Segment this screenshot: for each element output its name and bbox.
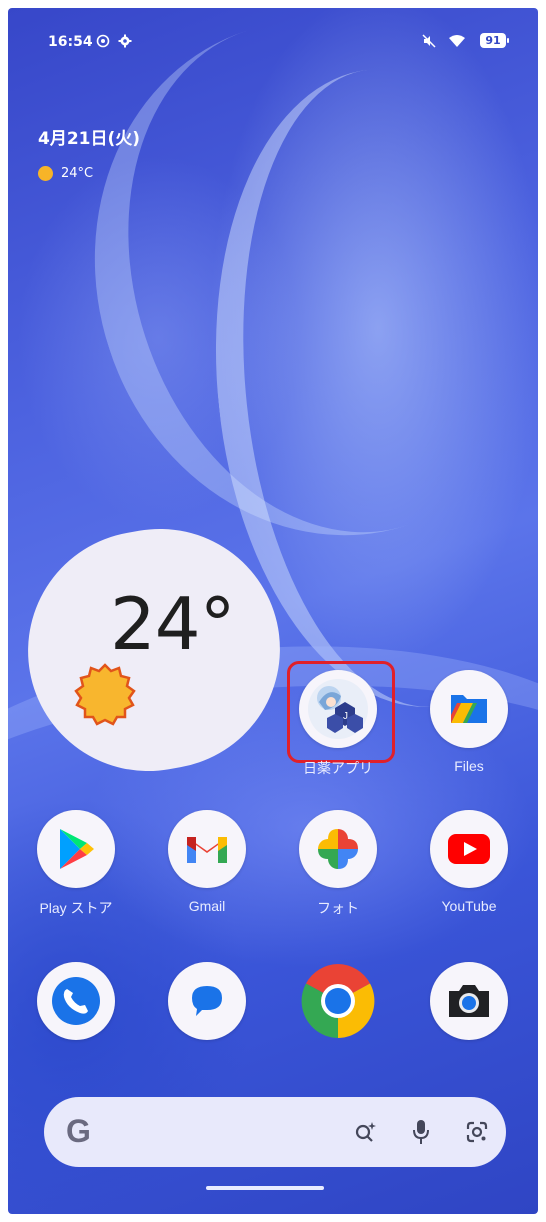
app-label: Gmail [188,898,226,914]
dock-messages[interactable] [151,962,263,1040]
app-label: 日薬アプリ [303,760,373,776]
photos-icon [299,810,377,888]
dock-chrome[interactable] [282,962,394,1040]
small-weather-temp: 24°C [61,166,94,181]
battery-indicator: 91 [480,33,509,48]
svg-text:J: J [343,711,348,722]
app-label: Files [454,758,484,774]
app-youtube[interactable]: YouTube [413,810,525,914]
microphone-icon[interactable] [406,1117,436,1147]
status-bar: 16:54 91 [8,30,538,54]
app-gmail[interactable]: Gmail [151,810,263,914]
google-logo-icon: G [66,1113,91,1149]
dock-camera[interactable] [413,962,525,1040]
nichiyaku-app-icon: J [299,670,377,748]
youtube-icon [430,810,508,888]
phone-icon [37,962,115,1040]
files-icon [430,670,508,748]
sun-icon [38,166,53,181]
ai-search-icon[interactable] [350,1117,380,1147]
wifi-icon [448,32,466,50]
camera-icon [430,962,508,1040]
lens-icon[interactable] [462,1117,492,1147]
settings-circle-icon [94,32,112,50]
gear-icon [116,32,134,50]
app-play-store[interactable]: Play ストア [20,810,132,918]
messages-icon [168,962,246,1040]
gmail-icon [168,810,246,888]
small-weather[interactable]: 24°C [38,166,93,181]
app-label: Play ストア [39,900,113,916]
app-label: フォト [317,900,359,916]
weather-widget-temp: 24° [110,582,236,666]
sun-icon [74,663,136,726]
dock-phone[interactable] [20,962,132,1040]
app-nichiyaku[interactable]: J 日薬アプリ [282,670,394,778]
app-label: YouTube [441,898,497,914]
status-time: 16:54 [48,34,93,50]
mute-icon [420,32,438,50]
play-store-icon [37,810,115,888]
chrome-icon [299,962,377,1040]
navigation-handle[interactable] [206,1186,324,1190]
date-label[interactable]: 4月21日(火) [38,124,140,149]
app-files[interactable]: Files [413,670,525,774]
app-photos[interactable]: フォト [282,810,394,918]
google-search-bar[interactable]: G [44,1097,506,1167]
